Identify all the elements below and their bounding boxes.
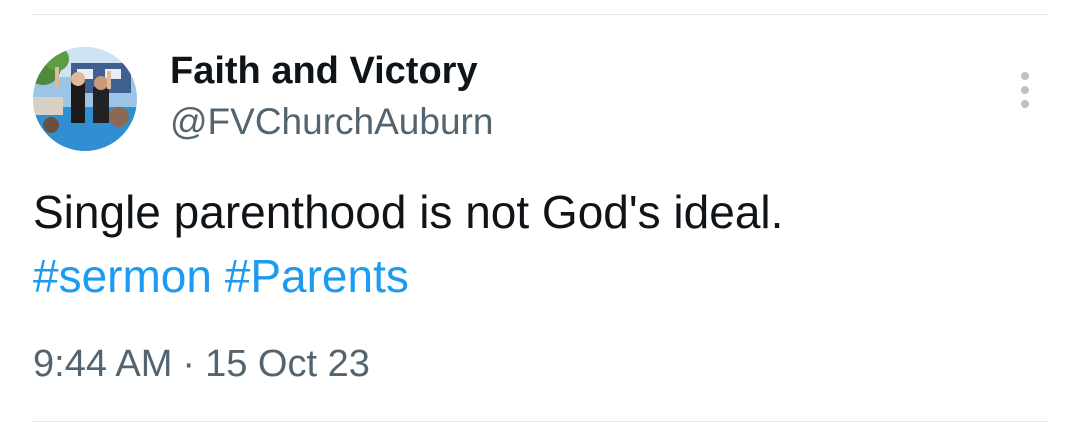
top-divider <box>33 14 1048 15</box>
tweet-time[interactable]: 9:44 AM <box>33 343 172 385</box>
avatar[interactable] <box>33 47 137 151</box>
tweet-metadata: 9:44 AM · 15 Oct 23 <box>33 340 370 388</box>
more-vertical-icon-dot <box>1021 100 1029 108</box>
tweet-body: Single parenthood is not God's ideal. #s… <box>33 180 1033 308</box>
more-options-button[interactable] <box>1010 68 1042 112</box>
hashtag-link-sermon[interactable]: #sermon <box>33 250 212 302</box>
author-handle[interactable]: @FVChurchAuburn <box>170 99 493 145</box>
more-vertical-icon <box>1021 72 1029 80</box>
bottom-divider <box>33 421 1048 422</box>
hashtag-link-parents[interactable]: #Parents <box>225 250 409 302</box>
author-display-name[interactable]: Faith and Victory <box>170 48 478 94</box>
more-vertical-icon-dot <box>1021 86 1029 94</box>
hashtag-list: #sermon #Parents <box>33 244 1033 308</box>
meta-separator: · <box>182 343 196 385</box>
tweet-date[interactable]: 15 Oct 23 <box>205 343 370 385</box>
tweet-text: Single parenthood is not God's ideal. <box>33 186 784 238</box>
avatar-photo <box>33 47 137 151</box>
